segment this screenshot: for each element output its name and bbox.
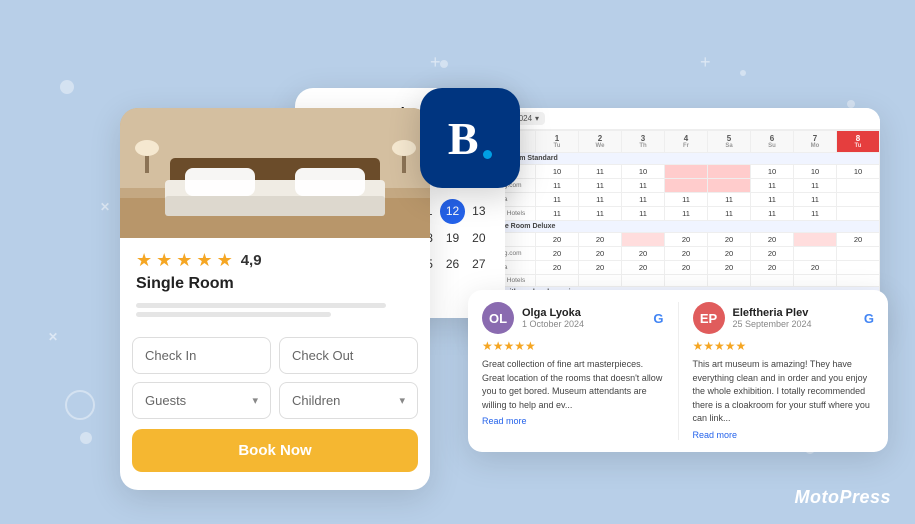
booking-letter: B [448, 113, 479, 164]
review-text-2: This art museum is amazing! They have ev… [693, 358, 875, 426]
star-5: ★ [217, 250, 233, 271]
star-1: ★ [136, 250, 152, 271]
section-double-room: Double Room Deluxe [481, 221, 880, 233]
rating-row: ★ ★ ★ ★ ★ 4,9 [136, 250, 414, 271]
reviewer-name-1: Olga Lyoka [522, 307, 645, 319]
table-row: Google Hotels [481, 275, 880, 287]
hotel-image [120, 108, 430, 238]
cal-day-20[interactable]: 20 [467, 226, 491, 251]
cal-day-26[interactable]: 26 [440, 252, 464, 277]
book-now-button[interactable]: Book Now [132, 429, 418, 472]
check-in-input[interactable]: Check In [132, 337, 271, 374]
reviewer-info-1: Olga Lyoka 1 October 2024 [522, 307, 645, 329]
guests-select[interactable]: Guests ▾ [132, 382, 271, 419]
guests-row: Guests ▾ Children ▾ [132, 382, 418, 419]
col-header-6: 6Su [751, 131, 794, 153]
avatar-initials-2: EP [700, 311, 717, 326]
hotel-booking-card: ★ ★ ★ ★ ★ 4,9 Single Room Check In Check… [120, 108, 430, 490]
booking-logo-card: B [420, 88, 520, 188]
cal-day-13[interactable]: 13 [467, 199, 491, 224]
rating-number: 4,9 [241, 252, 262, 269]
reviewer-info-2: Eleftheria Plev 25 September 2024 [733, 307, 856, 329]
children-label: Children [292, 393, 340, 408]
children-select[interactable]: Children ▾ [279, 382, 418, 419]
table-row: Expedia 111111 1111 1111 [481, 193, 880, 207]
star-3: ★ [176, 250, 192, 271]
review-header-1: OL Olga Lyoka 1 October 2024 G [482, 302, 664, 334]
section-triple-room: Triple Room Standard [481, 153, 880, 165]
reviews-card: OL Olga Lyoka 1 October 2024 G ★★★★★ Gre… [468, 290, 888, 452]
col-header-3: 3Th [622, 131, 665, 153]
google-icon-1: G [653, 311, 663, 326]
hotel-info: ★ ★ ★ ★ ★ 4,9 Single Room [120, 238, 430, 337]
reviewer-date-1: 1 October 2024 [522, 319, 645, 329]
table-row: Booking.com 202020 2020 20 [481, 247, 880, 261]
cal-day-empty-4 [440, 279, 464, 304]
reviewer-name-2: Eleftheria Plev [733, 307, 856, 319]
star-2: ★ [156, 250, 172, 271]
cal-day-27[interactable]: 27 [467, 252, 491, 277]
google-icon-2: G [864, 311, 874, 326]
review-stars-2: ★★★★★ [693, 339, 875, 353]
read-more-link-1[interactable]: Read more [482, 416, 664, 426]
booking-logo: B [448, 112, 492, 165]
guests-label: Guests [145, 393, 186, 408]
review-item-1: OL Olga Lyoka 1 October 2024 G ★★★★★ Gre… [482, 302, 664, 440]
review-header-2: EP Eleftheria Plev 25 September 2024 G [693, 302, 875, 334]
booking-form: Check In Check Out Guests ▾ Children ▾ B… [120, 337, 430, 472]
col-header-4: 4Fr [665, 131, 708, 153]
reviewer-avatar-2: EP [693, 302, 725, 334]
review-stars-1: ★★★★★ [482, 339, 664, 353]
col-header-2: 2We [579, 131, 622, 153]
children-chevron-icon: ▾ [399, 394, 405, 407]
check-out-input[interactable]: Check Out [279, 337, 418, 374]
cal-day-19[interactable]: 19 [440, 226, 464, 251]
filter-chevron-icon: ▾ [535, 114, 539, 123]
avatar-initials-1: OL [489, 311, 507, 326]
cal-day-12-selected[interactable]: 12 [440, 199, 464, 224]
review-divider [678, 302, 679, 440]
guests-chevron-icon: ▾ [252, 394, 258, 407]
col-header-8: 8Tu [837, 131, 880, 153]
col-header-1: 1Tu [536, 131, 579, 153]
read-more-link-2[interactable]: Read more [693, 430, 875, 440]
room-name: Single Room [136, 275, 414, 293]
booking-dot-icon [483, 150, 492, 159]
motopress-logo: MotoPress [794, 487, 891, 508]
table-row: Airbnb 2020 2020 2020 [481, 233, 880, 247]
review-text-1: Great collection of fine art masterpiece… [482, 358, 664, 412]
desc-line-1 [136, 303, 386, 308]
review-item-2: EP Eleftheria Plev 25 September 2024 G ★… [693, 302, 875, 440]
table-row: Expedia 202020 2020 2020 [481, 261, 880, 275]
reviewer-avatar-1: OL [482, 302, 514, 334]
channel-table-header: 09/27/2024 ▾ [480, 108, 880, 130]
desc-line-2 [136, 312, 331, 317]
date-row: Check In Check Out [132, 337, 418, 374]
col-header-5: 5Sa [708, 131, 751, 153]
reviewer-date-2: 25 September 2024 [733, 319, 856, 329]
star-4: ★ [196, 250, 212, 271]
table-row: Airbnb 101110 101010 [481, 165, 880, 179]
hotel-description-lines [136, 303, 414, 317]
table-row: Google Hotels 111111 1111 1111 [481, 207, 880, 221]
table-row: Booking.com 111111 1111 [481, 179, 880, 193]
col-header-7: 7Mo [794, 131, 837, 153]
check-out-label: Check Out [292, 348, 353, 363]
check-in-label: Check In [145, 348, 196, 363]
